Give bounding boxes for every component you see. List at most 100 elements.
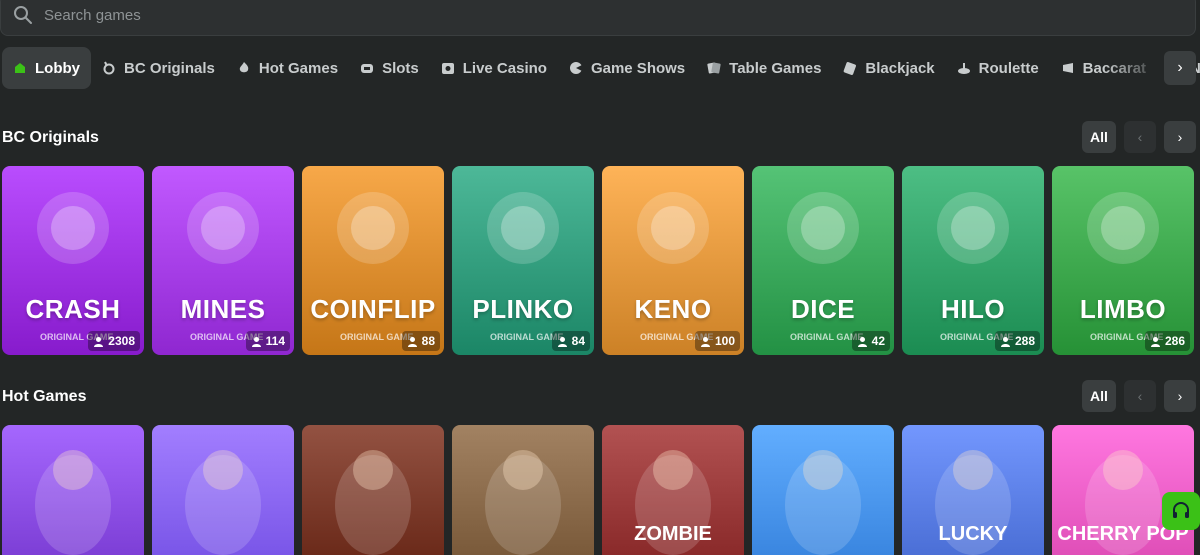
nav-item-live-casino[interactable]: Live Casino (430, 47, 558, 89)
player-count-value: 114 (265, 334, 285, 348)
support-button[interactable] (1162, 492, 1200, 530)
slot-thumb-icon (785, 450, 861, 555)
original-game-card[interactable]: CRASH ORIGINAL GAME 2308 (2, 166, 144, 355)
chevron-right-icon: › (1177, 388, 1183, 404)
originals-header: BC Originals All ‹ › (0, 121, 1200, 155)
nav-item-label: Lobby (35, 59, 80, 77)
originals-prev-button[interactable]: ‹ (1124, 121, 1156, 153)
nav-item-hot-games[interactable]: Hot Games (226, 47, 349, 89)
hot-header: Hot Games All ‹ › (0, 380, 1200, 414)
hot-game-card[interactable] (752, 425, 894, 555)
player-count-value: 286 (1164, 334, 1185, 348)
nav-item-lobby[interactable]: Lobby (2, 47, 91, 89)
game-title: COINFLIP (310, 294, 436, 324)
hot-game-title: LUCKY (938, 523, 1008, 545)
game-title: HILO (940, 294, 1006, 324)
game-title: CRASH (25, 294, 121, 324)
search-input[interactable]: Search games (0, 0, 1196, 36)
user-icon (94, 336, 104, 347)
hot-all-button[interactable]: All (1082, 380, 1116, 412)
house-icon (15, 63, 25, 73)
game-title: KENO (634, 294, 712, 324)
hot-prev-button[interactable]: ‹ (1124, 380, 1156, 412)
nav-item-table-games[interactable]: Table Games (696, 47, 832, 89)
hot-next-button[interactable]: › (1164, 380, 1196, 412)
original-game-card[interactable]: LIMBO ORIGINAL GAME 286 (1052, 166, 1194, 355)
nav-item-label: Blackjack (865, 59, 935, 77)
user-icon (407, 336, 417, 347)
player-count-value: 288 (1014, 334, 1035, 348)
originals-list: CRASH ORIGINAL GAME 2308 MINES ORIGINAL … (2, 166, 1194, 355)
game-art-icon (187, 192, 259, 264)
nav-fade (1104, 47, 1164, 89)
hot-game-card[interactable]: CHERRY POP (1052, 425, 1194, 555)
nav-item-label: Hot Games (258, 59, 339, 77)
originals-all-button[interactable]: All (1082, 121, 1116, 153)
chevron-right-icon: › (1177, 129, 1183, 145)
hot-game-card[interactable] (152, 425, 294, 555)
game-art-icon (637, 192, 709, 264)
user-icon (251, 336, 261, 347)
slot-icon (361, 64, 374, 73)
cards-icon (707, 62, 721, 74)
nav-scroll-right-button[interactable]: › (1164, 51, 1196, 85)
chevron-right-icon: › (1177, 59, 1183, 76)
slot-thumb-icon (185, 450, 261, 555)
nav-item-bc-originals[interactable]: BC Originals (91, 47, 226, 89)
nav-item-label: Slots (382, 59, 419, 77)
user-icon (1150, 336, 1160, 347)
nav-item-label: Live Casino (462, 59, 547, 77)
player-count-value: 88 (421, 334, 435, 348)
nav-item-blackjack[interactable]: Blackjack (832, 47, 945, 89)
chevron-left-icon: ‹ (1137, 388, 1143, 404)
player-count: 42 (851, 331, 890, 351)
slot-thumb-icon (35, 450, 111, 555)
player-count: 88 (401, 331, 440, 351)
user-icon (1000, 336, 1010, 347)
original-game-card[interactable]: COINFLIP ORIGINAL GAME 88 (302, 166, 444, 355)
nav-item-label: BC Originals (124, 59, 215, 77)
chevron-left-icon: ‹ (1137, 129, 1143, 145)
game-title: MINES (180, 294, 266, 324)
original-game-card[interactable]: DICE ORIGINAL GAME 42 (752, 166, 894, 355)
player-count: 114 (245, 331, 290, 351)
headset-icon (1173, 502, 1189, 518)
player-count: 288 (994, 331, 1040, 351)
slot-thumb-icon (485, 450, 561, 555)
player-count-value: 100 (714, 334, 735, 348)
game-art-icon (1087, 192, 1159, 264)
nav-item-roulette[interactable]: Roulette (946, 47, 1050, 89)
game-art-icon (37, 192, 109, 264)
originals-next-button[interactable]: › (1164, 121, 1196, 153)
roulette-icon (957, 63, 970, 74)
player-count: 286 (1144, 331, 1190, 351)
hot-game-card[interactable] (302, 425, 444, 555)
player-count-value: 42 (871, 334, 885, 348)
player-count-value: 84 (571, 334, 585, 348)
nav-item-slots[interactable]: Slots (349, 47, 430, 89)
game-art-icon (487, 192, 559, 264)
hot-game-title: ZOMBIE (634, 523, 712, 545)
slot-thumb-icon (335, 450, 411, 555)
section-title: BC Originals (2, 129, 99, 146)
player-count: 2308 (88, 331, 140, 351)
original-game-card[interactable]: PLINKO ORIGINAL GAME 84 (452, 166, 594, 355)
hot-game-card[interactable] (2, 425, 144, 555)
original-game-card[interactable]: MINES ORIGINAL GAME 114 (152, 166, 294, 355)
original-game-card[interactable]: KENO ORIGINAL GAME 100 (602, 166, 744, 355)
user-icon (700, 336, 710, 347)
original-game-card[interactable]: HILO ORIGINAL GAME 288 (902, 166, 1044, 355)
hot-game-card[interactable] (452, 425, 594, 555)
game-title: PLINKO (472, 294, 574, 324)
bc-logo-icon (103, 61, 115, 75)
hot-game-card[interactable]: LUCKY (902, 425, 1044, 555)
hot-game-card[interactable]: ZOMBIE (602, 425, 744, 555)
user-icon (557, 336, 567, 347)
nav-item-game-shows[interactable]: Game Shows (558, 47, 696, 89)
section-title: Hot Games (2, 388, 87, 405)
wheel-icon (569, 62, 582, 74)
fire-icon (239, 62, 249, 73)
baccarat-icon (1062, 63, 1073, 73)
nav-item-label: Game Shows (590, 59, 686, 77)
game-art-icon (937, 192, 1009, 264)
